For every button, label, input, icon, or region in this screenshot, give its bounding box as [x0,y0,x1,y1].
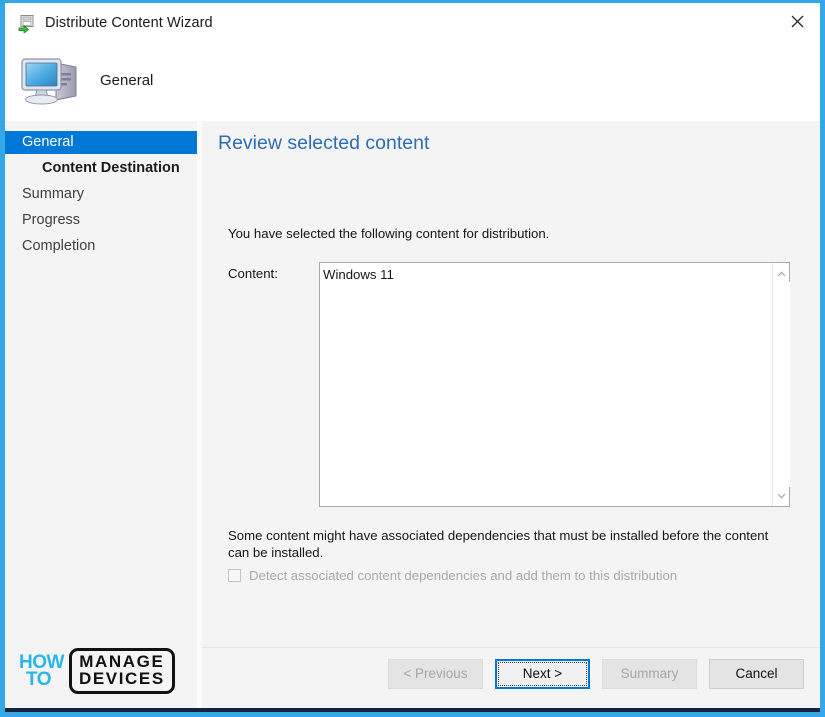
watermark-manage: MANAGE [79,651,165,671]
watermark-howto: HOW TO [19,652,64,690]
wizard-footer: < Previous Next > Summary Cancel HOW TO … [5,640,820,712]
sidebar-item-general[interactable]: General [5,131,197,154]
sidebar-item-label: Progress [22,212,81,228]
header-title: General [100,72,154,89]
watermark-box: MANAGE DEVICES [68,647,175,695]
distribute-content-icon [18,15,38,34]
page-title: Review selected content [218,132,430,154]
wizard-sidebar: General Content Destination Summary Prog… [5,121,197,712]
window-title: Distribute Content Wizard [45,15,213,31]
title-bar: Distribute Content Wizard [5,3,820,43]
wizard-content-pane: Review selected content You have selecte… [202,121,820,712]
sidebar-item-label: Completion [22,238,96,254]
cancel-button[interactable]: Cancel [709,659,804,689]
next-button-label: Next > [522,666,563,681]
chevron-down-icon [777,493,786,499]
scroll-up-button[interactable] [773,265,790,282]
sidebar-item-label: Content Destination [42,160,180,176]
watermark-to: TO [26,669,52,690]
chevron-up-icon [777,270,786,276]
previous-button[interactable]: < Previous [388,659,483,689]
scroll-down-button[interactable] [773,487,790,504]
computer-icon [19,51,85,109]
content-listbox-scrollbar[interactable] [772,263,790,506]
sidebar-item-summary[interactable]: Summary [5,183,197,206]
detect-dependencies-label: Detect associated content dependencies a… [249,568,678,583]
content-label: Content: [228,266,278,281]
window-inner: Distribute Content Wizard General Genera… [5,3,820,712]
dependency-note: Some content might have associated depen… [228,528,769,560]
bottom-accent-bar [5,708,820,712]
wizard-header: General [5,43,820,121]
watermark-devices: DEVICES [78,668,165,688]
detect-dependencies-checkbox[interactable] [228,569,241,582]
content-listbox-items: Windows 11 [320,263,771,506]
sidebar-item-completion[interactable]: Completion [5,235,197,258]
watermark-logo: HOW TO MANAGE DEVICES [19,647,175,695]
distribute-content-wizard-window: Distribute Content Wizard General Genera… [0,0,825,717]
close-icon [791,15,803,27]
close-button[interactable] [774,3,820,39]
sidebar-item-label: Summary [22,186,85,202]
content-listbox[interactable]: Windows 11 [319,262,790,507]
intro-text: You have selected the following content … [228,226,550,241]
list-item[interactable]: Windows 11 [320,263,771,282]
body-area: General Content Destination Summary Prog… [5,121,820,712]
sidebar-item-label: General [22,134,74,150]
detect-dependencies-checkbox-row[interactable]: Detect associated content dependencies a… [228,568,677,583]
sidebar-item-content-destination[interactable]: Content Destination [5,157,197,180]
summary-button[interactable]: Summary [602,659,697,689]
sidebar-item-progress[interactable]: Progress [5,209,197,232]
scroll-track[interactable] [773,282,790,487]
next-button[interactable]: Next > [495,659,590,689]
